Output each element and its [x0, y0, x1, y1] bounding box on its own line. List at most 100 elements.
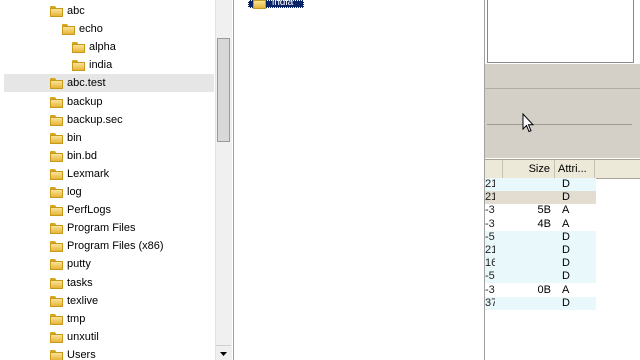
tree-item[interactable]: putty: [4, 255, 214, 273]
size-cell: [511, 297, 551, 310]
tree-item[interactable]: unxutil: [4, 328, 214, 346]
attributes-cell: D: [562, 230, 570, 243]
tree-item[interactable]: bin.bd: [4, 147, 214, 165]
tree-item-label: tmp: [67, 313, 86, 325]
tree-item-label: PerfLogs: [67, 204, 112, 216]
date-cell: 21: [485, 178, 495, 190]
folder-icon: [50, 240, 63, 252]
size-cell: 0B: [537, 283, 551, 296]
folder-icon: [50, 5, 63, 17]
file-list-row[interactable]: -5 D: [485, 230, 640, 244]
tree-item[interactable]: Program Files: [4, 219, 214, 237]
file-list-row[interactable]: 21 D: [485, 244, 640, 257]
tree-item-label: log: [67, 186, 82, 198]
tree-item-label: india: [89, 59, 113, 71]
tree-item-label: abc: [67, 5, 85, 17]
tree-item-label: echo: [79, 23, 103, 35]
tree-item-label: unxutil: [67, 331, 99, 343]
tree-item[interactable]: bin: [4, 129, 214, 147]
attributes-cell: A: [562, 283, 570, 296]
date-cell: -5: [485, 270, 495, 283]
folder-icon: [62, 23, 75, 35]
attributes-cell: A: [562, 204, 570, 217]
tree-item[interactable]: backup.sec: [4, 111, 214, 129]
folder-contents-pane[interactable]: india: [234, 0, 485, 360]
file-list-row[interactable]: -3 0B A: [485, 283, 640, 297]
tree-item[interactable]: Users: [4, 346, 214, 360]
divider: [485, 88, 640, 89]
file-list-row[interactable]: -3 5B A: [485, 204, 640, 218]
folder-icon: [50, 150, 63, 162]
tree-item[interactable]: texlive: [4, 292, 214, 310]
size-cell: [511, 178, 551, 191]
selected-folder-item[interactable]: india: [248, 0, 304, 9]
tree-item-label: abc.test: [67, 77, 106, 89]
folder-icon: [50, 114, 63, 126]
tree-item[interactable]: backup: [4, 93, 214, 111]
file-list: 21 D 21 D -3 5B A -3 4B A -5 D 21 D 16 D -5 D -3 0B A 37 D: [485, 178, 640, 360]
tree-item-label: bin.bd: [67, 150, 97, 162]
date-cell: -5: [485, 230, 495, 243]
splitter-handle[interactable]: [487, 124, 632, 125]
tree-vertical-scrollbar[interactable]: [215, 0, 232, 360]
date-cell: 37: [485, 296, 495, 309]
tree-item[interactable]: Program Files (x86): [4, 237, 214, 255]
tree-item-label: backup.sec: [67, 114, 123, 126]
size-cell: [511, 244, 551, 257]
folder-icon: [50, 222, 63, 234]
file-list-row[interactable]: -3 4B A: [485, 217, 640, 231]
preview-box: [487, 0, 634, 63]
folder-icon: [50, 295, 63, 307]
column-header-size[interactable]: Size: [503, 160, 555, 178]
tree-item[interactable]: abc.test: [4, 74, 214, 92]
attributes-cell: D: [562, 244, 570, 256]
file-list-row[interactable]: -5 D: [485, 270, 640, 284]
tree-item[interactable]: Lexmark: [4, 165, 214, 183]
attributes-cell: D: [562, 270, 570, 283]
tree-item[interactable]: india: [4, 56, 214, 74]
tree-item-label: texlive: [67, 295, 99, 307]
folder-tree-pane[interactable]: abc echo alpha india abc.test backup backup.se…: [0, 0, 234, 360]
tree-item[interactable]: abc: [4, 2, 214, 20]
tree-item-label: Program Files (x86): [67, 240, 164, 252]
column-header-attributes[interactable]: Attri...: [555, 160, 595, 178]
tree-item[interactable]: echo: [4, 20, 214, 38]
date-cell: 16: [485, 257, 495, 270]
folder-icon: [50, 258, 63, 270]
tree-item-label: bin: [67, 132, 82, 144]
column-header-date[interactable]: [485, 160, 503, 178]
tree-item[interactable]: PerfLogs: [4, 201, 214, 219]
file-list-row[interactable]: 21 D: [485, 191, 640, 205]
size-cell: [511, 191, 551, 204]
arrow-cursor-icon: [522, 112, 535, 136]
size-cell: 4B: [537, 217, 551, 230]
date-cell: 21: [485, 244, 495, 256]
folder-icon: [50, 277, 63, 289]
file-list-row[interactable]: 37 D: [485, 296, 640, 310]
folder-icon: [50, 204, 63, 216]
tree-item[interactable]: tasks: [4, 274, 214, 292]
size-cell: [511, 257, 551, 270]
date-cell: -3: [485, 204, 495, 217]
folder-icon: [253, 0, 266, 9]
folder-icon: [50, 168, 63, 180]
attributes-cell: D: [562, 191, 570, 204]
tree-item-label: tasks: [67, 277, 93, 289]
tree-item[interactable]: tmp: [4, 310, 214, 328]
tree-item[interactable]: log: [4, 183, 214, 201]
file-list-row[interactable]: 21 D: [485, 178, 640, 191]
folder-icon: [50, 331, 63, 343]
size-cell: [511, 231, 551, 244]
tree-item-label: Users: [67, 349, 96, 360]
date-cell: -3: [485, 217, 495, 230]
tree-item[interactable]: alpha: [4, 38, 214, 56]
splitter-area[interactable]: [485, 64, 640, 158]
folder-icon: [50, 186, 63, 198]
tree-scrollbar-thumb[interactable]: [217, 38, 230, 142]
folder-icon: [50, 77, 63, 89]
attributes-cell: D: [562, 296, 570, 309]
file-list-row[interactable]: 16 D: [485, 257, 640, 271]
folder-icon: [72, 59, 85, 71]
scroll-down-arrow-icon[interactable]: [216, 345, 231, 360]
folder-icon: [50, 96, 63, 108]
